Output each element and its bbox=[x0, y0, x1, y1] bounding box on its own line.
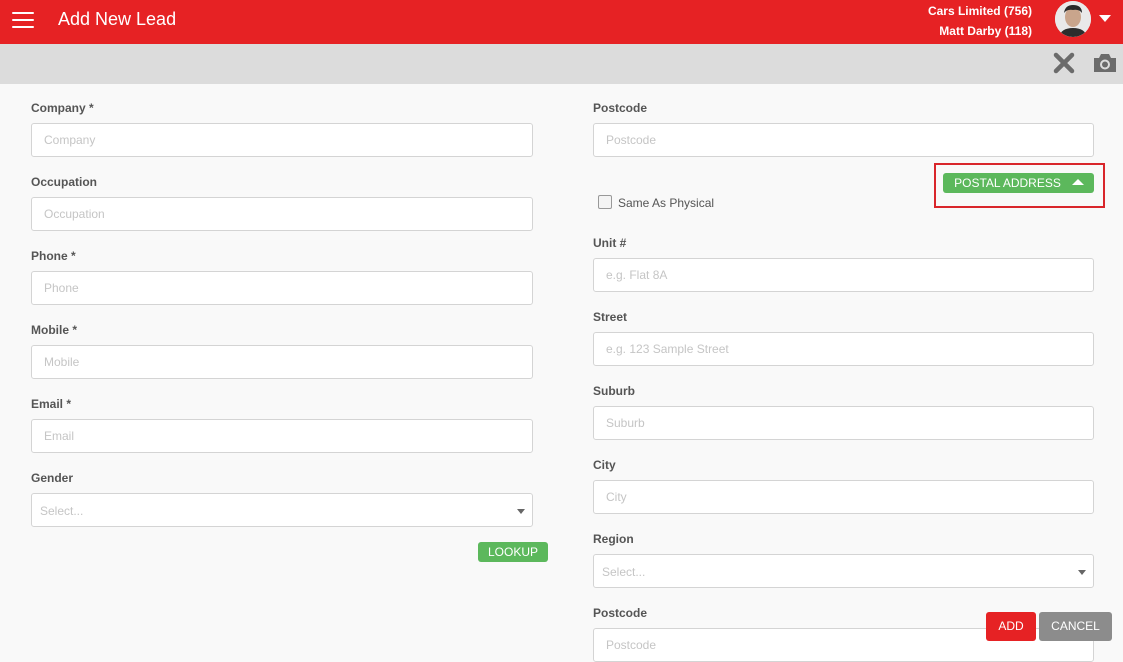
gender-select-placeholder: Select... bbox=[40, 504, 84, 518]
occupation-input[interactable] bbox=[31, 197, 533, 231]
region-select-placeholder: Select... bbox=[602, 565, 646, 579]
postcode-input[interactable] bbox=[593, 123, 1094, 157]
suburb-input[interactable] bbox=[593, 406, 1094, 440]
lookup-button[interactable]: LOOKUP bbox=[478, 542, 548, 562]
cancel-button[interactable]: CANCEL bbox=[1039, 612, 1112, 641]
postcode-label: Postcode bbox=[593, 101, 648, 115]
city-label: City bbox=[593, 458, 616, 472]
add-button[interactable]: ADD bbox=[986, 612, 1036, 641]
postal-address-toggle-button[interactable]: POSTAL ADDRESS bbox=[943, 173, 1094, 193]
mobile-input[interactable] bbox=[31, 345, 533, 379]
email-input[interactable] bbox=[31, 419, 533, 453]
region-label: Region bbox=[593, 532, 634, 546]
street-label: Street bbox=[593, 310, 628, 324]
close-icon[interactable] bbox=[1052, 51, 1076, 75]
unit-input[interactable] bbox=[593, 258, 1094, 292]
email-label: Email * bbox=[31, 397, 72, 411]
mobile-label: Mobile * bbox=[31, 323, 78, 337]
toolbar bbox=[0, 44, 1123, 84]
phone-label: Phone * bbox=[31, 249, 76, 263]
gender-select[interactable]: Select... bbox=[31, 493, 533, 527]
avatar[interactable] bbox=[1055, 1, 1091, 37]
page-title: Add New Lead bbox=[58, 9, 177, 29]
chevron-down-icon[interactable] bbox=[1099, 15, 1111, 22]
city-input[interactable] bbox=[593, 480, 1094, 514]
company-label: Company * bbox=[31, 101, 94, 115]
top-bar: Add New Lead Cars Limited (756) Matt Dar… bbox=[0, 0, 1123, 44]
phone-input[interactable] bbox=[31, 271, 533, 305]
street-input[interactable] bbox=[593, 332, 1094, 366]
suburb-label: Suburb bbox=[593, 384, 635, 398]
postal-address-label: POSTAL ADDRESS bbox=[954, 176, 1061, 190]
caret-up-icon bbox=[1072, 179, 1084, 185]
gender-label: Gender bbox=[31, 471, 74, 485]
camera-icon[interactable] bbox=[1092, 52, 1118, 74]
same-as-physical-checkbox[interactable] bbox=[598, 195, 612, 209]
company-input[interactable] bbox=[31, 123, 533, 157]
occupation-label: Occupation bbox=[31, 175, 98, 189]
unit-label: Unit # bbox=[593, 236, 627, 250]
account-company: Cars Limited (756) bbox=[927, 4, 1032, 18]
account-user: Matt Darby (118) bbox=[939, 24, 1032, 38]
chevron-down-icon bbox=[1078, 570, 1086, 575]
account-info[interactable]: Cars Limited (756) Matt Darby (118) bbox=[928, 1, 1032, 41]
menu-icon[interactable] bbox=[12, 11, 34, 29]
chevron-down-icon bbox=[517, 509, 525, 514]
region-select[interactable]: Select... bbox=[593, 554, 1094, 588]
same-as-physical-label: Same As Physical bbox=[618, 196, 715, 210]
postcode-bottom-label: Postcode bbox=[593, 606, 648, 620]
